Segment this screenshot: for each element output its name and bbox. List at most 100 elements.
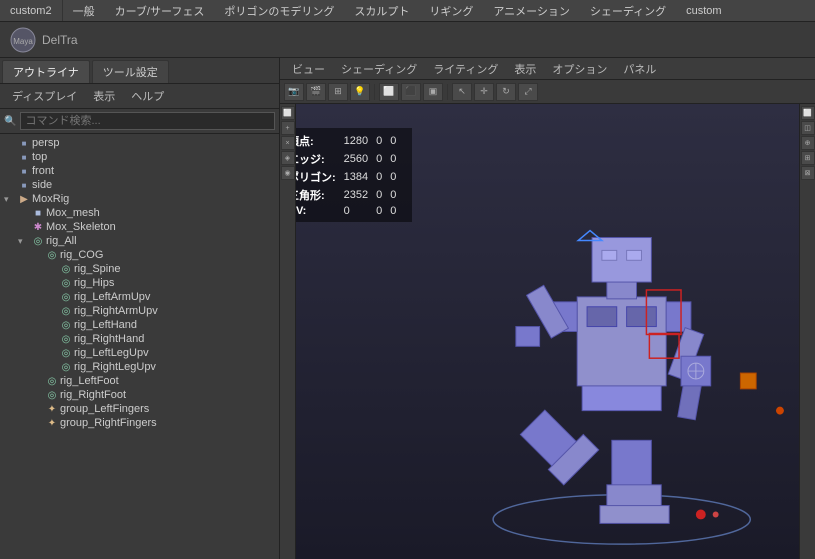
tree-label-rig_All: rig_All: [46, 235, 275, 247]
tree-item-rig_All[interactable]: ▾ ◎ rig_All: [0, 234, 279, 248]
tree-label-side: side: [32, 179, 275, 191]
subtab-help[interactable]: ヘルプ: [123, 86, 172, 106]
tree-item-MoxRig[interactable]: ▾ ▶ MoxRig: [0, 192, 279, 206]
tree-item-rig_LeftFoot[interactable]: ◎ rig_LeftFoot: [0, 374, 279, 388]
tree-label-rig_RightLegUpv: rig_RightLegUpv: [74, 361, 275, 373]
tree-item-Mox_mesh[interactable]: ■ Mox_mesh: [0, 206, 279, 220]
right-vertical-toolbar: ⬜ ◫ ⊕ ⊞ ⊠: [799, 104, 815, 559]
viewport-tab-options[interactable]: オプション: [544, 58, 615, 79]
viewport-tab-shading[interactable]: シェーディング: [333, 58, 425, 79]
tree-icon-front: ■: [16, 167, 32, 176]
toolbar-btn-wireframe[interactable]: ⬜: [379, 83, 399, 101]
left-vertical-toolbar: ⬜ + × ◈ ◉: [280, 104, 296, 559]
vtool-right-5[interactable]: ⊠: [801, 166, 815, 180]
toolbar-btn-solid[interactable]: ⬛: [401, 83, 421, 101]
tree-label-top: top: [32, 151, 275, 163]
menu-general[interactable]: 一般: [63, 0, 105, 21]
toolbar-sep-1: [374, 84, 375, 100]
tree-expand-MoxRig[interactable]: ▾: [4, 194, 16, 205]
top-menubar: custom2 一般 カーブ/サーフェス ポリゴンのモデリング スカルプト リギ…: [0, 0, 815, 22]
viewport-content[interactable]: 頂点: 1280 0 0 エッジ: 2560 0 0 ポリゴン: 1384: [280, 104, 815, 559]
tree-label-Mox_Skeleton: Mox_Skeleton: [46, 221, 275, 233]
svg-text:Maya: Maya: [13, 37, 33, 46]
toolbar-btn-move[interactable]: ✛: [474, 83, 494, 101]
tree-icon-rig_RightLegUpv: ◎: [58, 362, 74, 373]
menu-rigging[interactable]: リギング: [419, 0, 483, 21]
viewport-tab-panel[interactable]: パネル: [615, 58, 664, 79]
app-logo-text: DelTra: [42, 33, 78, 47]
tree-icon-top: ■: [16, 153, 32, 162]
left-tab-bar: アウトライナ ツール設定: [0, 58, 279, 84]
vtool-right-2[interactable]: ◫: [801, 121, 815, 135]
tree-icon-rig_Spine: ◎: [58, 264, 74, 275]
menu-shading[interactable]: シェーディング: [580, 0, 676, 21]
menu-animation[interactable]: アニメーション: [483, 0, 580, 21]
subtab-show[interactable]: 表示: [85, 86, 123, 106]
vtool-btn-4[interactable]: ◈: [281, 151, 295, 165]
tree-icon-Mox_Skeleton: ✱: [30, 222, 46, 233]
tree-label-group_RightFingers: group_RightFingers: [60, 417, 275, 429]
menu-sculpt[interactable]: スカルプト: [344, 0, 419, 21]
app-title: custom2: [0, 0, 63, 21]
tree-icon-rig_All: ◎: [30, 236, 46, 247]
tab-tool-settings[interactable]: ツール設定: [92, 60, 169, 83]
toolbar-btn-scale[interactable]: ⤢: [518, 83, 538, 101]
tree-expand-rig_All[interactable]: ▾: [18, 236, 30, 247]
right-panel: ビュー シェーディング ライティング 表示 オプション パネル 📷 🎬 ⊞ 💡 …: [280, 58, 815, 559]
toolbar-btn-select[interactable]: ↖: [452, 83, 472, 101]
viewport-tab-lighting[interactable]: ライティング: [425, 58, 506, 79]
tree-item-rig_RightFoot[interactable]: ◎ rig_RightFoot: [0, 388, 279, 402]
tree-item-top[interactable]: ■ top: [0, 150, 279, 164]
search-bar: 🔍: [0, 109, 279, 134]
search-icon: 🔍: [4, 116, 16, 127]
vtool-btn-5[interactable]: ◉: [281, 166, 295, 180]
tree-icon-rig_RightArmUpv: ◎: [58, 306, 74, 317]
tab-outliner[interactable]: アウトライナ: [2, 60, 90, 83]
tree-item-rig_Spine[interactable]: ◎ rig_Spine: [0, 262, 279, 276]
toolbar-sep-2: [447, 84, 448, 100]
viewport-tab-view[interactable]: ビュー: [284, 58, 333, 79]
tree-item-Mox_Skeleton[interactable]: ✱ Mox_Skeleton: [0, 220, 279, 234]
vtool-right-1[interactable]: ⬜: [801, 106, 815, 120]
menu-polygon[interactable]: ポリゴンのモデリング: [214, 0, 344, 21]
tree-item-group_RightFingers[interactable]: ✦ group_RightFingers: [0, 416, 279, 430]
toolbar-btn-film[interactable]: 🎬: [306, 83, 326, 101]
viewport-3d-scene[interactable]: [280, 104, 815, 559]
tree-label-MoxRig: MoxRig: [32, 193, 275, 205]
tree-icon-rig_LeftFoot: ◎: [44, 376, 60, 387]
vtool-btn-2[interactable]: +: [281, 121, 295, 135]
tree-item-rig_COG[interactable]: ◎ rig_COG: [0, 248, 279, 262]
viewport-tab-display[interactable]: 表示: [506, 58, 544, 79]
toolbar-btn-rotate[interactable]: ↻: [496, 83, 516, 101]
vtool-right-4[interactable]: ⊞: [801, 151, 815, 165]
vtool-btn-1[interactable]: ⬜: [281, 106, 295, 120]
tree-label-group_LeftFingers: group_LeftFingers: [60, 403, 275, 415]
tree-label-rig_COG: rig_COG: [60, 249, 275, 261]
tree-item-persp[interactable]: ■ persp: [0, 136, 279, 150]
toolbar-btn-grid[interactable]: ⊞: [328, 83, 348, 101]
tree-item-rig_LeftLegUpv[interactable]: ◎ rig_LeftLegUpv: [0, 346, 279, 360]
vtool-right-3[interactable]: ⊕: [801, 136, 815, 150]
tree-item-group_LeftFingers[interactable]: ✦ group_LeftFingers: [0, 402, 279, 416]
toolbar-btn-camera[interactable]: 📷: [284, 83, 304, 101]
tree-label-rig_LeftHand: rig_LeftHand: [74, 319, 275, 331]
menu-curves[interactable]: カーブ/サーフェス: [105, 0, 215, 21]
tree-item-rig_RightArmUpv[interactable]: ◎ rig_RightArmUpv: [0, 304, 279, 318]
tree-item-rig_LeftHand[interactable]: ◎ rig_LeftHand: [0, 318, 279, 332]
tree-label-rig_LeftLegUpv: rig_LeftLegUpv: [74, 347, 275, 359]
search-input[interactable]: [20, 112, 275, 130]
tree-item-rig_Hips[interactable]: ◎ rig_Hips: [0, 276, 279, 290]
menu-custom[interactable]: custom: [676, 0, 731, 21]
toolbar-btn-texture[interactable]: ▣: [423, 83, 443, 101]
outliner-tree[interactable]: ■ persp ■ top ■ front ■ side ▾ ▶ MoxRig …: [0, 134, 279, 559]
tree-item-front[interactable]: ■ front: [0, 164, 279, 178]
tree-item-rig_RightHand[interactable]: ◎ rig_RightHand: [0, 332, 279, 346]
vtool-btn-3[interactable]: ×: [281, 136, 295, 150]
subtab-display[interactable]: ディスプレイ: [4, 86, 85, 106]
tree-item-rig_RightLegUpv[interactable]: ◎ rig_RightLegUpv: [0, 360, 279, 374]
tree-item-side[interactable]: ■ side: [0, 178, 279, 192]
viewport-toolbar: 📷 🎬 ⊞ 💡 ⬜ ⬛ ▣ ↖ ✛ ↻ ⤢: [280, 80, 815, 104]
toolbar-btn-light[interactable]: 💡: [350, 83, 370, 101]
tree-label-front: front: [32, 165, 275, 177]
tree-item-rig_LeftArmUpv[interactable]: ◎ rig_LeftArmUpv: [0, 290, 279, 304]
